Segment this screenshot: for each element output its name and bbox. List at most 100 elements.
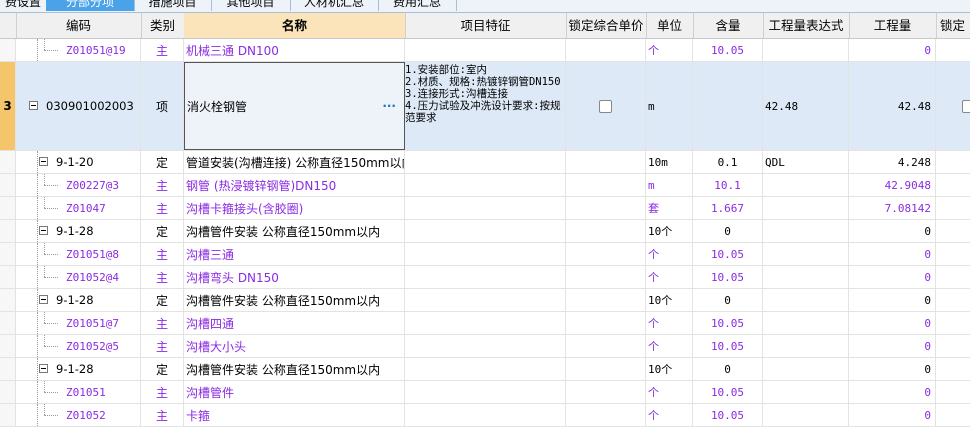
code-cell[interactable]: Z01051@8 [16,243,141,265]
table-row[interactable]: Z01051@19 主机械三通 DN100 个 10.05 0 [0,39,970,62]
name-cell[interactable]: 沟槽管件安装 公称直径150mm以内 [184,289,405,311]
type-cell[interactable]: 定 [141,220,184,242]
name-cell[interactable]: 消火栓钢管 ··· [184,62,405,150]
content-cell[interactable]: 0 [693,220,763,242]
lock-cell[interactable] [936,381,970,403]
content-cell[interactable]: 0.1 [693,151,763,173]
lock-cell[interactable] [936,62,970,150]
lock-price-checkbox[interactable] [599,99,612,113]
content-cell[interactable]: 10.05 [693,39,763,61]
qty-cell[interactable]: 42.48 [849,62,936,150]
qty-expr-cell[interactable] [763,335,849,357]
name-cell[interactable]: 沟槽四通 [184,312,405,334]
feature-cell[interactable] [405,39,566,61]
lock-price-cell[interactable] [566,381,646,403]
unit-cell[interactable]: 10个 [646,289,693,311]
code-cell[interactable]: 9-1-28 [16,358,141,380]
collapse-toggle-icon[interactable] [39,157,48,166]
qty-cell[interactable]: 0 [849,335,936,357]
feature-cell[interactable]: 1.安装部位:室内 2.材质、规格:热镀锌钢管DN150 3.连接形式:沟槽连接… [405,62,566,150]
unit-cell[interactable]: m [646,174,693,196]
content-cell[interactable]: 10.05 [693,243,763,265]
qty-cell[interactable]: 0 [849,404,936,426]
unit-cell[interactable]: 个 [646,39,693,61]
header-unit[interactable]: 单位 [646,13,694,38]
code-cell[interactable]: Z01051@7 [16,312,141,334]
table-row[interactable]: Z01051 主沟槽管件 个 10.05 0 [0,381,970,404]
lock-price-cell[interactable] [566,62,646,150]
type-cell[interactable]: 项 [141,62,184,150]
unit-cell[interactable]: 个 [646,335,693,357]
code-cell[interactable]: 030901002003 [16,62,141,150]
name-cell[interactable]: 沟槽管件 [184,381,405,403]
name-cell[interactable]: 卡箍 [184,404,405,426]
tab-resource-summary[interactable]: 人材机汇总 [290,0,379,11]
name-cell[interactable]: 沟槽卡箍接头(含胶圈) [184,197,405,219]
unit-cell[interactable]: 10m [646,151,693,173]
table-row[interactable]: Z00227@3 主钢管 (热浸镀锌钢管)DN150 m 10.1 42.9048 [0,174,970,197]
qty-expr-cell[interactable] [763,174,849,196]
qty-cell[interactable]: 7.08142 [849,197,936,219]
unit-cell[interactable]: 个 [646,266,693,288]
lock-price-cell[interactable] [566,358,646,380]
type-cell[interactable]: 定 [141,358,184,380]
lock-price-cell[interactable] [566,243,646,265]
table-row[interactable]: 9-1-28 定沟槽管件安装 公称直径150mm以内 10个 0 0 [0,358,970,381]
type-cell[interactable]: 主 [141,404,184,426]
table-row[interactable]: 9-1-28 定沟槽管件安装 公称直径150mm以内 10个 0 0 [0,220,970,243]
type-cell[interactable]: 定 [141,151,184,173]
lock-cell[interactable] [936,266,970,288]
qty-cell[interactable]: 0 [849,243,936,265]
lock-cell[interactable] [936,39,970,61]
qty-expr-cell[interactable] [763,381,849,403]
qty-expr-cell[interactable] [763,266,849,288]
lock-price-cell[interactable] [566,39,646,61]
name-cell[interactable]: 沟槽管件安装 公称直径150mm以内 [184,358,405,380]
code-cell[interactable]: 9-1-28 [16,220,141,242]
code-cell[interactable]: Z01051 [16,381,141,403]
content-cell[interactable] [693,62,763,150]
code-cell[interactable]: 9-1-28 [16,289,141,311]
feature-cell[interactable] [405,151,566,173]
content-cell[interactable]: 0 [693,289,763,311]
feature-cell[interactable] [405,358,566,380]
lock-price-cell[interactable] [566,197,646,219]
code-cell[interactable]: Z01047 [16,197,141,219]
qty-expr-cell[interactable] [763,39,849,61]
qty-expr-cell[interactable]: QDL [763,151,849,173]
name-cell[interactable]: 沟槽大小头 [184,335,405,357]
qty-cell[interactable]: 0 [849,312,936,334]
qty-cell[interactable]: 42.9048 [849,174,936,196]
type-cell[interactable]: 主 [141,197,184,219]
tab-measures[interactable]: 措施项目 [134,0,212,11]
lock-cell[interactable] [936,220,970,242]
name-cell[interactable]: 管道安装(沟槽连接) 公称直径150mm以内 [184,151,405,173]
content-cell[interactable]: 10.05 [693,335,763,357]
unit-cell[interactable]: 10个 [646,220,693,242]
qty-cell[interactable]: 0 [849,381,936,403]
lock-cell[interactable] [936,358,970,380]
qty-expr-cell[interactable] [763,358,849,380]
tab-other-items[interactable]: 其他项目 [211,0,291,11]
collapse-toggle-icon[interactable] [39,295,48,304]
unit-cell[interactable]: 10个 [646,358,693,380]
table-row[interactable]: Z01051@7 主沟槽四通 个 10.05 0 [0,312,970,335]
qty-cell[interactable]: 0 [849,39,936,61]
code-cell[interactable]: 9-1-20 [16,151,141,173]
type-cell[interactable]: 主 [141,266,184,288]
name-cell[interactable]: 沟槽弯头 DN150 [184,266,405,288]
name-cell[interactable]: 沟槽三通 [184,243,405,265]
code-cell[interactable]: Z00227@3 [16,174,141,196]
header-feature[interactable]: 项目特征 [405,13,567,38]
feature-cell[interactable] [405,220,566,242]
table-row[interactable]: 9-1-28 定沟槽管件安装 公称直径150mm以内 10个 0 0 [0,289,970,312]
qty-expr-cell[interactable] [763,197,849,219]
lock-price-cell[interactable] [566,312,646,334]
qty-expr-cell[interactable] [763,312,849,334]
name-cell[interactable]: 机械三通 DN100 [184,39,405,61]
unit-cell[interactable]: 个 [646,243,693,265]
table-row[interactable]: 9-1-20 定管道安装(沟槽连接) 公称直径150mm以内 10m 0.1 QDL 4.… [0,151,970,174]
unit-cell[interactable]: m [646,62,693,150]
lock-cell[interactable] [936,174,970,196]
lock-price-cell[interactable] [566,335,646,357]
